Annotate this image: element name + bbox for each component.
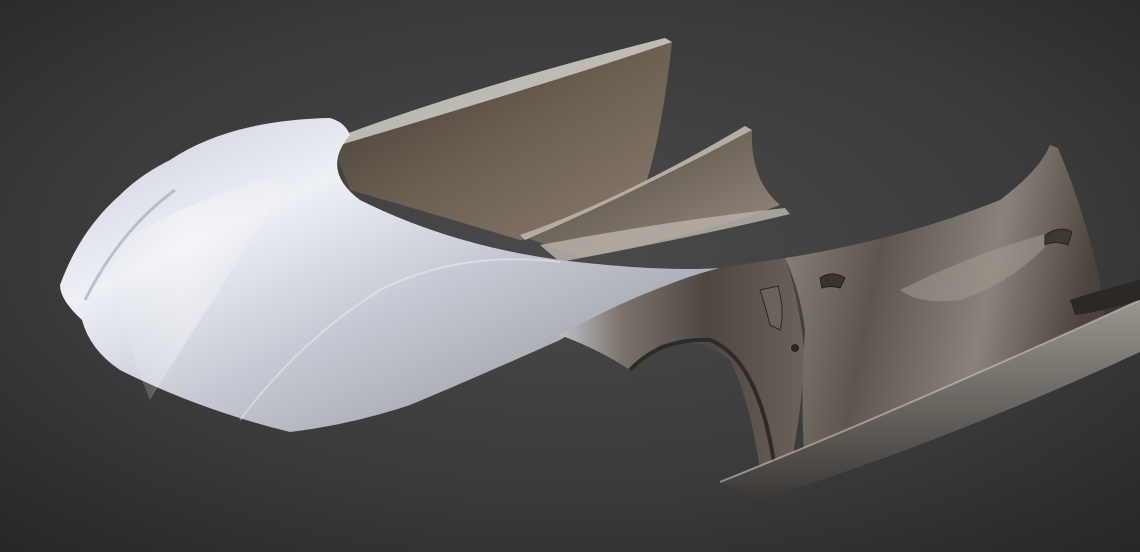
render-viewport [0,0,1140,552]
fender-marker [791,344,799,352]
car-panels-render [0,0,1140,552]
mirror-mount-icon [819,273,846,289]
